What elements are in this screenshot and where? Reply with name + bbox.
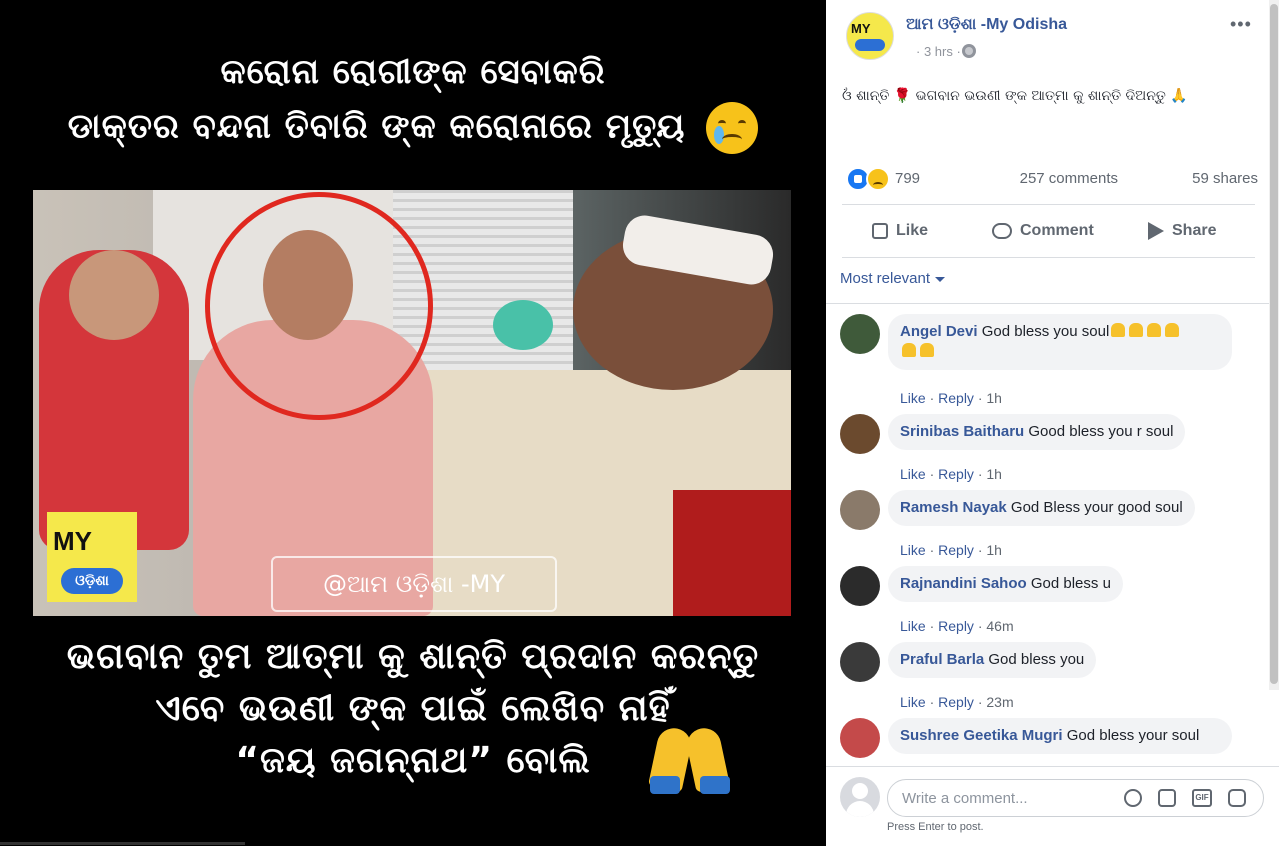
comment-bubble: Angel Devi God bless you soul [888, 314, 1232, 370]
comment-like-link[interactable]: Like [900, 542, 926, 558]
commenter-avatar[interactable] [840, 566, 880, 606]
speech-bubble-icon [992, 222, 1012, 239]
comment-bubble: Srinibas Baitharu Good bless you r soul [888, 414, 1186, 450]
comment-reply-link[interactable]: Reply [938, 390, 974, 406]
comment-text: God bless you [988, 651, 1085, 668]
thumbs-up-icon [872, 222, 888, 239]
photo-watermark: @ଆମ ଓଡ଼ିଶା -MY ODISHA [271, 556, 557, 612]
crying-face-icon [706, 102, 759, 154]
commenter-avatar[interactable] [840, 642, 880, 682]
comment-like-link[interactable]: Like [900, 466, 926, 482]
sidebar-scrollbar[interactable] [1269, 0, 1279, 690]
comment-button-label: Comment [1020, 222, 1094, 239]
like-button[interactable]: Like [872, 219, 928, 243]
comment-author[interactable]: Rajnandini Sahoo [900, 575, 1027, 592]
comment-author[interactable]: Angel Devi [900, 323, 978, 340]
comment-text: God bless u [1030, 575, 1111, 592]
post-text: ଓଁ ଶାନ୍ତି 🌹 ଭଗବାନ ଭଉଣୀ ଙ୍କ ଆତ୍ମା କୁ ଶାନ୍… [842, 88, 1188, 104]
reaction-count[interactable]: 799 [895, 170, 920, 187]
comment-list: Angel Devi God bless you soul Like · Rep… [826, 304, 1279, 766]
comment-bubble: Rajnandini Sahoo God bless u [888, 566, 1123, 602]
comment-bubble: Ramesh Nayak God Bless your good soul [888, 490, 1195, 526]
share-count-link[interactable]: 59 shares [1192, 170, 1258, 187]
comment-time[interactable]: · 23m [978, 694, 1014, 710]
comment-time[interactable]: · 1h [978, 390, 1002, 406]
my-odisha-logo: MY ଓଡ଼ିଶା [47, 512, 137, 602]
post-timestamp[interactable]: · 3 hrs · [916, 44, 961, 59]
comment-composer: GIF Press Enter to post. [826, 766, 1279, 846]
highlight-circle [205, 192, 433, 420]
globe-icon [962, 44, 976, 58]
commenter-avatar[interactable] [840, 718, 880, 758]
sad-reaction-icon [866, 167, 890, 191]
comment-author[interactable]: Ramesh Nayak [900, 499, 1007, 516]
caret-down-icon [935, 276, 946, 282]
user-avatar[interactable] [840, 777, 880, 817]
share-button[interactable]: Share [1148, 219, 1216, 243]
comment-reply-link[interactable]: Reply [938, 466, 974, 482]
commenter-avatar[interactable] [840, 414, 880, 454]
comment-text: God bless you soul [981, 323, 1110, 340]
page-name-link[interactable]: ଆମ ଓଡ଼ିଶା -My Odisha [906, 16, 1067, 34]
comment-reply-link[interactable]: Reply [938, 618, 974, 634]
comment-time[interactable]: · 46m [978, 618, 1014, 634]
page-avatar-logo-text: MY [851, 21, 871, 36]
camera-icon[interactable] [1158, 789, 1176, 807]
more-options-icon[interactable]: ••• [1230, 14, 1252, 35]
gif-icon[interactable]: GIF [1192, 789, 1212, 807]
comment-sort-dropdown[interactable]: Most relevant [840, 270, 946, 287]
photo-title-line-1: କରୋନା ରୋଗୀଙ୍କ ସେବାକରି [220, 52, 606, 92]
commenter-avatar[interactable] [840, 314, 880, 354]
photo-caption-line-2: ଏବେ ଭଉଣୀ ଙ୍କ ପାଇଁ ଲେଖିବ ନାହିଁ [155, 688, 671, 729]
post-actions-bar: Like Comment Share [842, 204, 1255, 258]
comment-sort-label: Most relevant [840, 270, 931, 287]
folded-hands-icon [647, 725, 731, 794]
photo-title-line-2-text: ଡାକ୍ତର ବନ୍ଦନା ତିବାରି ଙ୍କ କରୋନାରେ ମୃତ୍ୟୁ [67, 106, 686, 147]
comment-like-link[interactable]: Like [900, 390, 926, 406]
comment-meta: Like · Reply · 46m [900, 618, 1014, 634]
comment-meta: Like · Reply · 23m [900, 694, 1014, 710]
photo-title-line-2: ଡାକ୍ତର ବନ୍ଦନା ତିବାରି ଙ୍କ କରୋନାରେ ମୃତ୍ୟୁ [0, 102, 826, 154]
reactions-summary[interactable]: 799 257 comments 59 shares [846, 164, 1258, 192]
comment-meta: Like · Reply · 1h [900, 466, 1002, 482]
comment-author[interactable]: Sushree Geetika Mugri [900, 727, 1063, 744]
press-enter-hint: Press Enter to post. [887, 821, 984, 833]
comment-button[interactable]: Comment [992, 219, 1094, 243]
comment-time[interactable]: · 1h [978, 466, 1002, 482]
share-button-label: Share [1172, 222, 1217, 239]
comment-bubble: Sushree Geetika Mugri God bless your sou… [888, 718, 1232, 754]
comment-text: Good bless you r soul [1028, 423, 1174, 440]
post-photo-viewer[interactable]: କରୋନା ରୋଗୀଙ୍କ ସେବାକରି ଡାକ୍ତର ବନ୍ଦନା ତିବା… [0, 0, 826, 845]
scrollbar-thumb[interactable] [1270, 4, 1278, 684]
comment-meta: Like · Reply · 1h [900, 542, 1002, 558]
sticker-icon[interactable] [1228, 789, 1246, 807]
emoji-icon[interactable] [1124, 789, 1142, 807]
comment-text: God Bless your good soul [1010, 499, 1183, 516]
page-avatar[interactable]: MY [846, 12, 894, 60]
commenter-avatar[interactable] [840, 490, 880, 530]
comment-bubble: Praful Barla God bless you [888, 642, 1097, 678]
comment-time[interactable]: · 1h [978, 542, 1002, 558]
comment-author[interactable]: Srinibas Baitharu [900, 423, 1024, 440]
comment-reply-link[interactable]: Reply [938, 694, 974, 710]
comment-text: God bless your soul [1066, 727, 1200, 744]
comment-author[interactable]: Praful Barla [900, 651, 984, 668]
comment-like-link[interactable]: Like [900, 618, 926, 634]
oxygen-mask [493, 300, 553, 350]
comment-count-link[interactable]: 257 comments [1020, 170, 1118, 187]
like-button-label: Like [896, 222, 929, 239]
comment-reply-link[interactable]: Reply [938, 542, 974, 558]
comment-meta: Like · Reply · 1h [900, 390, 1002, 406]
post-header: MY ଆମ ଓଡ଼ିଶା -My Odisha · 3 hrs · ••• [826, 0, 1279, 70]
post-sidebar: MY ଆମ ଓଡ଼ିଶା -My Odisha · 3 hrs · ••• ଓଁ… [826, 0, 1279, 846]
photo-image: MY ଓଡ଼ିଶା @ଆମ ଓଡ଼ିଶା -MY ODISHA [33, 190, 791, 616]
comment-like-link[interactable]: Like [900, 694, 926, 710]
photo-caption-line-1: ଭଗବାନ ତୁମ ଆତ୍ମା କୁ ଶାନ୍ତି ପ୍ରଦାନ କରନ୍ତୁ [66, 636, 760, 677]
share-arrow-icon [1148, 221, 1164, 240]
child-figure [39, 250, 189, 550]
